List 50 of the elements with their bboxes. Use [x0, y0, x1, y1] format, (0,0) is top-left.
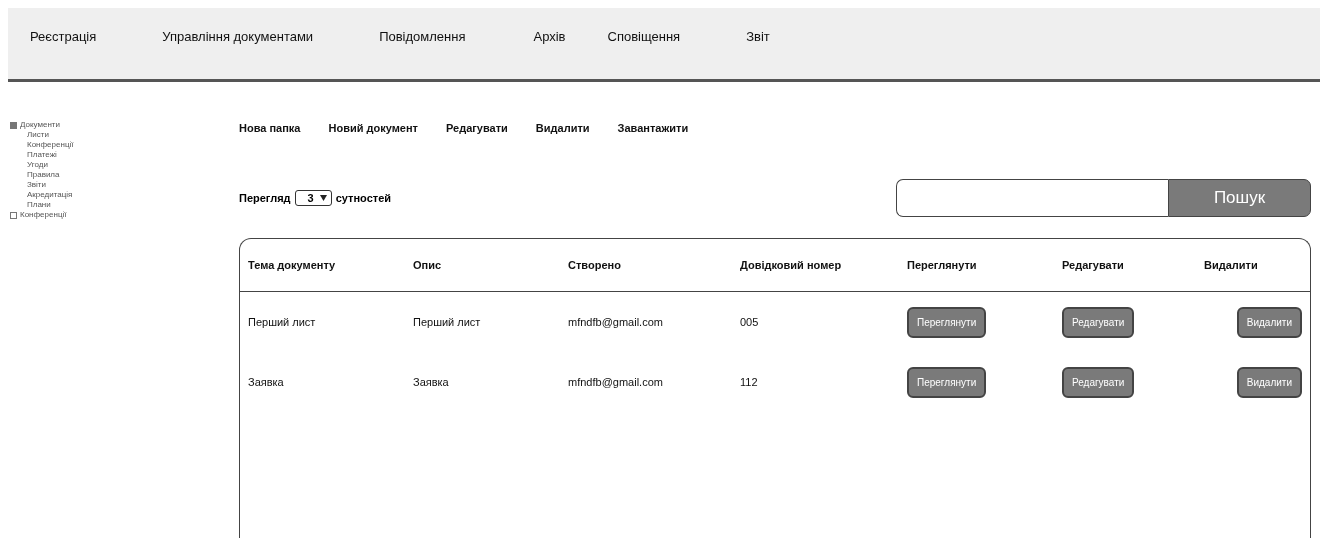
action-button[interactable]: Переглянути: [907, 306, 987, 338]
table-cell-text: Перший лист: [248, 316, 317, 328]
view-label: Перегляд: [239, 192, 291, 204]
table-cell-text: Перший лист: [413, 316, 482, 328]
tree-item[interactable]: Акредитація: [10, 190, 239, 200]
tree-item[interactable]: Конференції: [20, 210, 67, 220]
search-button[interactable]: Пошук: [1168, 179, 1311, 217]
action-button[interactable]: Редагувати: [1062, 366, 1135, 398]
column-header: Тема документу: [248, 259, 337, 271]
action-button[interactable]: Редагувати: [1062, 306, 1135, 338]
table-cell-text: mfndfb@gmail.com: [568, 376, 664, 388]
tree-item[interactable]: Плани: [10, 200, 239, 210]
table-cell-text: mfndfb@gmail.com: [568, 316, 664, 328]
table-cell-text: 112: [740, 376, 759, 388]
action-button[interactable]: Видалити: [1236, 366, 1302, 398]
column-header: Переглянути: [907, 259, 978, 271]
tree-item[interactable]: Звіти: [10, 180, 239, 190]
action-button[interactable]: Переглянути: [907, 366, 987, 398]
column-header: Опис: [413, 259, 443, 271]
nav-link[interactable]: Звіт: [746, 29, 770, 44]
tree-item[interactable]: Угоди: [10, 160, 239, 170]
nav-link[interactable]: Повідомлення: [379, 29, 466, 44]
column-header: Створено: [568, 259, 622, 271]
nav-link[interactable]: Сповіщення: [607, 29, 681, 44]
toolbar-link[interactable]: Редагувати: [445, 122, 508, 162]
table-cell-text: Заявка: [248, 376, 285, 388]
toolbar-link[interactable]: Новий документ: [328, 122, 418, 162]
nav-link[interactable]: Управління документами: [162, 29, 314, 44]
column-header: Видалити: [1204, 259, 1259, 271]
nav-link[interactable]: Архів: [533, 29, 566, 44]
page-size-select[interactable]: 3: [294, 190, 332, 206]
tree-item[interactable]: Платежі: [10, 150, 239, 160]
caret-icon: [319, 195, 327, 201]
tree-item[interactable]: Листи: [10, 130, 239, 140]
tree-item[interactable]: Документи: [20, 120, 60, 130]
toolbar-link[interactable]: Видалити: [535, 122, 590, 162]
toolbar-link[interactable]: Завантажити: [617, 122, 689, 162]
column-header: Довідковий номер: [740, 259, 843, 271]
search-field[interactable]: [896, 179, 1168, 217]
column-header: Редагувати: [1062, 259, 1125, 271]
view-label: сутностей: [335, 192, 392, 204]
tree-toggle-icon[interactable]: [10, 211, 17, 219]
nav-link[interactable]: Реєстрація: [30, 29, 97, 44]
toolbar-link[interactable]: Нова папка: [239, 122, 301, 162]
table-cell-text: 005: [740, 316, 760, 328]
tree-item[interactable]: Конференції: [10, 140, 239, 150]
tree-toggle-icon[interactable]: [10, 121, 17, 129]
action-button[interactable]: Видалити: [1236, 306, 1302, 338]
table-cell-text: Заявка: [413, 376, 450, 388]
tree-item[interactable]: Правила: [10, 170, 239, 180]
